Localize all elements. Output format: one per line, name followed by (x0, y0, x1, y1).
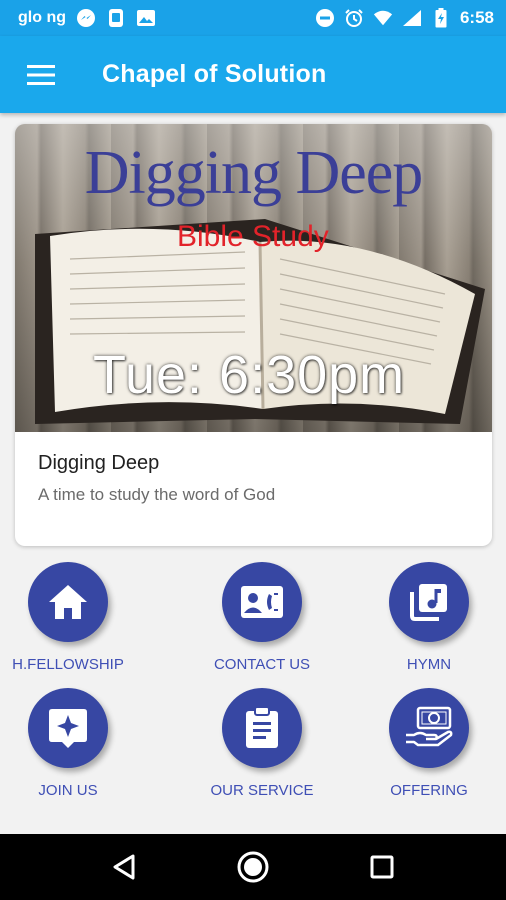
menu-label-offering: OFFERING (390, 782, 468, 799)
image-icon (136, 8, 156, 28)
messenger-icon (76, 8, 96, 28)
banner-subtitle: Bible Study (177, 220, 329, 253)
hamburger-menu-icon (27, 64, 55, 85)
do-not-disturb-icon (315, 8, 335, 28)
menu-label-join-us: JOIN US (38, 782, 98, 799)
system-nav-bar (0, 834, 506, 900)
menu-item-h-fellowship[interactable]: H.FELLOWSHIP (0, 562, 138, 673)
menu-label-our-service: OUR SERVICE (210, 782, 314, 799)
status-bar: glo ng 6:58 (0, 0, 506, 36)
battery-icon (431, 8, 451, 28)
money-hand-icon (406, 706, 453, 747)
menu-item-join-us[interactable]: JOIN US (0, 688, 138, 799)
home-icon (49, 585, 87, 619)
home-circle-icon (237, 851, 269, 883)
app-title: Chapel of Solution (102, 60, 327, 88)
phone-notification-icon (106, 8, 126, 28)
menu-item-offering[interactable]: OFFERING (359, 688, 499, 799)
back-button[interactable] (100, 843, 148, 891)
back-triangle-icon (113, 854, 135, 880)
menu-label-contact-us: CONTACT US (213, 656, 311, 673)
cell-signal-icon (402, 8, 422, 28)
menu-item-hymn[interactable]: HYMN (359, 562, 499, 673)
contact-card-icon (241, 586, 283, 618)
card-description: A time to study the word of God (38, 485, 276, 504)
wifi-icon (373, 8, 393, 28)
recent-apps-button[interactable] (358, 843, 406, 891)
menu-button[interactable] (16, 50, 66, 100)
banner-time: Tue: 6:30pm (93, 345, 406, 405)
menu-label-h-fellowship: H.FELLOWSHIP (12, 656, 124, 673)
card-title: Digging Deep (38, 452, 160, 474)
recents-square-icon (370, 855, 394, 879)
alarm-icon (344, 8, 364, 28)
menu-label-hymn: HYMN (406, 656, 452, 673)
home-button[interactable] (229, 843, 277, 891)
clipboard-icon (246, 706, 278, 748)
music-library-icon (410, 584, 447, 621)
app-bar: Chapel of Solution (0, 36, 506, 113)
event-banner: Digging Deep Bible Study Tue: 6:30pm (15, 124, 492, 432)
event-card[interactable]: Digging Deep Bible Study Tue: 6:30pm Dig… (15, 124, 492, 546)
menu-item-contact-us[interactable]: CONTACT US (192, 562, 332, 673)
menu-item-our-service[interactable]: OUR SERVICE (192, 688, 332, 799)
carrier-label: glo ng (18, 9, 66, 26)
banner-title: Digging Deep (84, 139, 424, 207)
clock: 6:58 (459, 8, 494, 27)
sparkle-chat-icon (49, 709, 87, 748)
